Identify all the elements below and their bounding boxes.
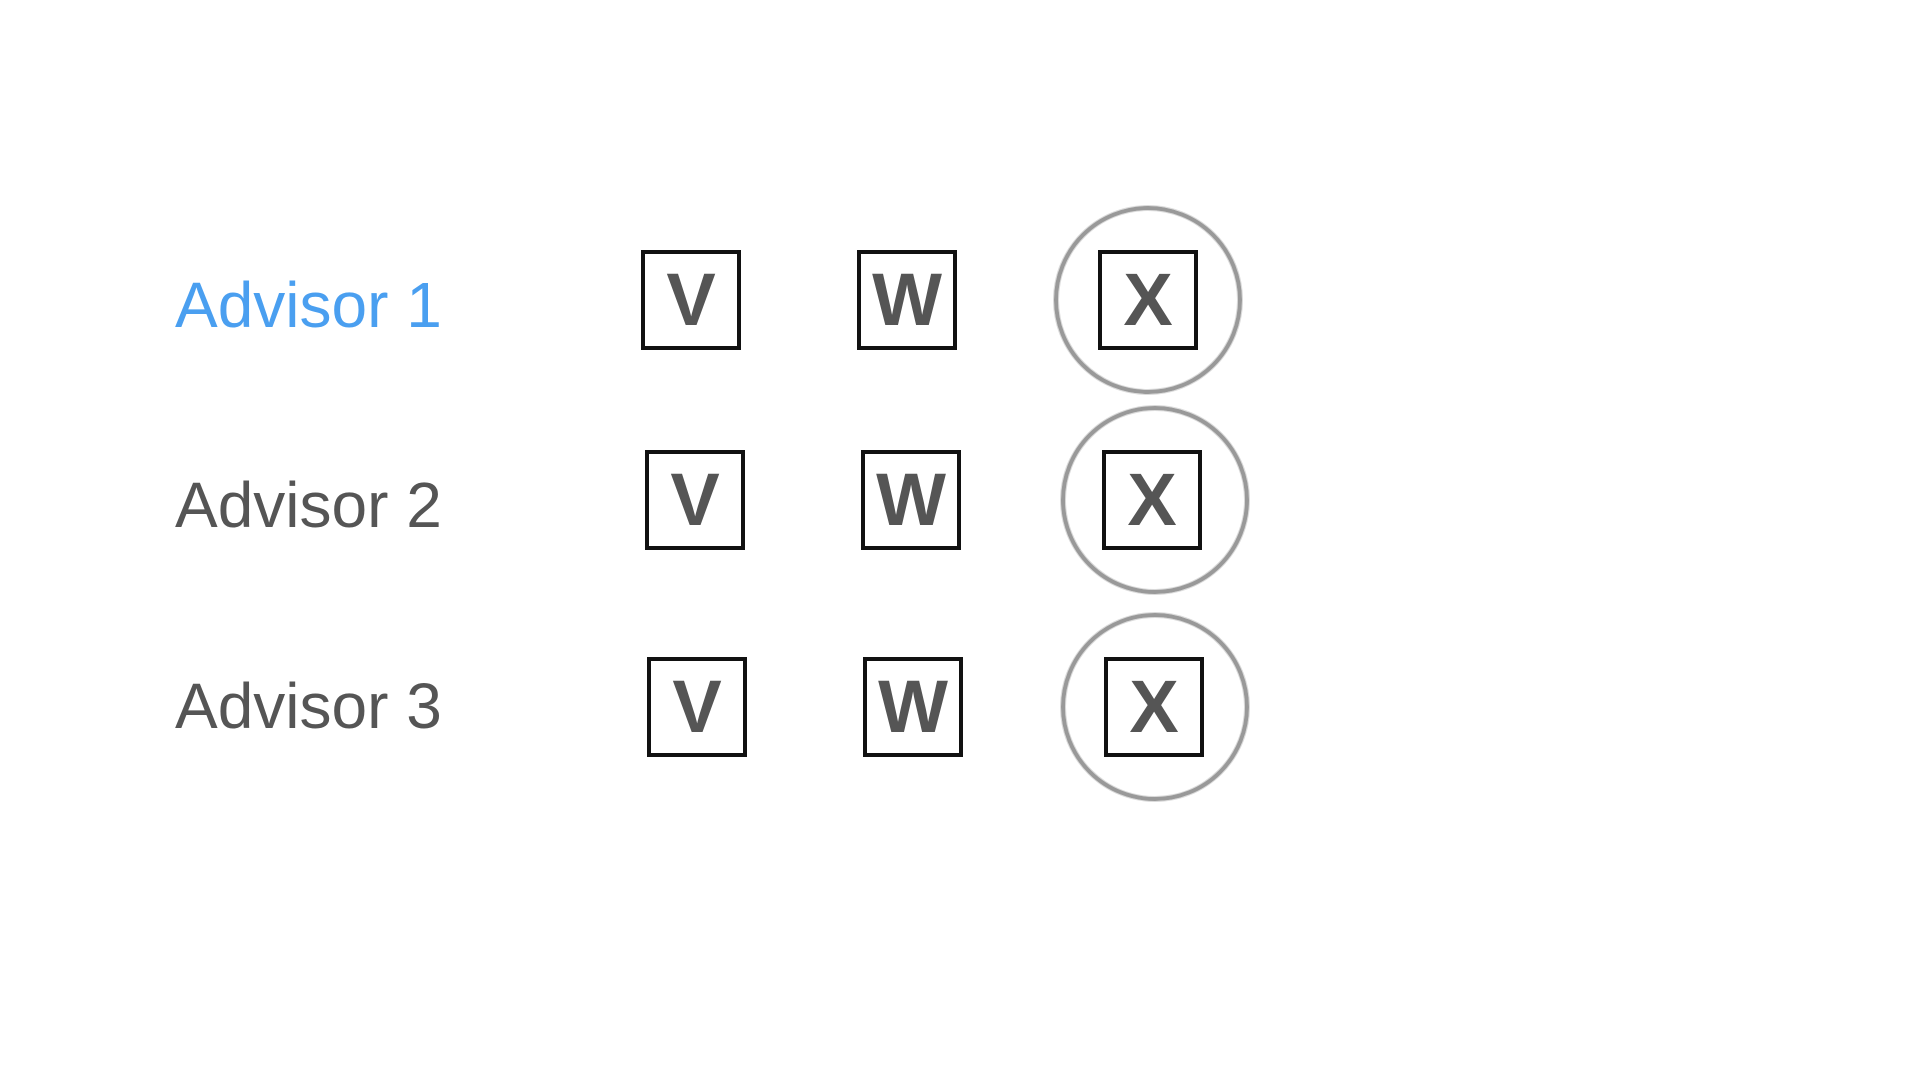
advisor-2-option-w: W	[861, 450, 961, 550]
advisor-3-label: Advisor 3	[175, 670, 442, 742]
advisor-2-selection-circle	[1061, 406, 1249, 594]
advisor-2-option-v: V	[645, 450, 745, 550]
advisor-options-diagram: Advisor 1 V W X Advisor 2 V W X Advisor …	[0, 0, 1920, 1080]
advisor-1-selection-circle	[1054, 206, 1242, 394]
advisor-2-label: Advisor 2	[175, 469, 442, 541]
advisor-1-label: Advisor 1	[175, 269, 442, 341]
advisor-1-option-v: V	[641, 250, 741, 350]
advisor-3-option-v: V	[647, 657, 747, 757]
advisor-3-option-w: W	[863, 657, 963, 757]
advisor-1-option-w: W	[857, 250, 957, 350]
advisor-3-selection-circle	[1061, 613, 1249, 801]
